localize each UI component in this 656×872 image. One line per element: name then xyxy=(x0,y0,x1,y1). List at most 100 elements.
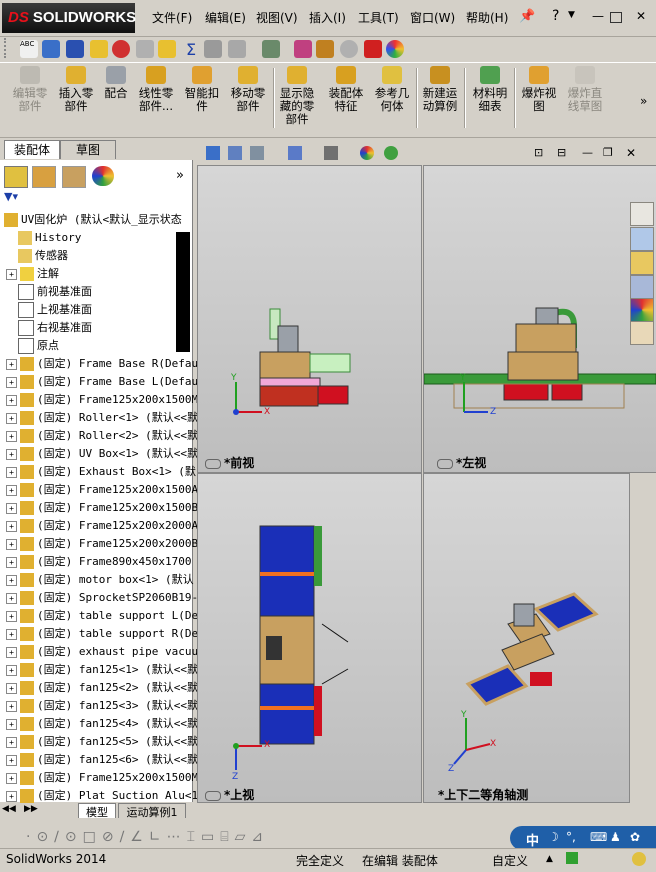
expand-icon[interactable]: + xyxy=(6,772,17,784)
chevron-right-icon[interactable]: » xyxy=(640,94,647,108)
previous-view-icon[interactable] xyxy=(250,146,264,160)
expand-icon[interactable]: + xyxy=(6,574,17,586)
help-dropdown-icon[interactable]: ▼ xyxy=(568,10,575,20)
tree-item[interactable]: + (固定) Frame125x200x1500M xyxy=(6,769,198,787)
tree-root[interactable]: UV固化炉 (默认<默认_显示状态 xyxy=(4,211,182,229)
menu-window[interactable]: 窗口(W) xyxy=(410,9,455,26)
move-component-button[interactable]: 移动零 部件 xyxy=(226,66,270,113)
display-style-icon[interactable] xyxy=(324,146,338,160)
exploded-view-button[interactable]: 爆炸视 图 xyxy=(517,66,561,113)
tab-sketch[interactable]: 草图 xyxy=(60,140,116,159)
ime-mode[interactable]: 中 xyxy=(526,830,539,849)
scroll-left-icon[interactable]: ◀◀ xyxy=(2,804,16,814)
tree-item[interactable]: + (固定) fan125<4> (默认<<默 xyxy=(6,715,198,733)
expand-icon[interactable]: + xyxy=(6,664,17,676)
ok-icon[interactable] xyxy=(340,40,358,58)
expand-icon[interactable]: + xyxy=(6,610,17,622)
ime-punct-icon[interactable]: °, xyxy=(566,830,576,844)
appearance-icon[interactable] xyxy=(386,40,404,58)
close-button[interactable]: ✕ xyxy=(632,8,650,24)
menu-tools[interactable]: 工具(T) xyxy=(358,9,399,26)
check-icon[interactable] xyxy=(158,40,176,58)
expand-icon[interactable]: + xyxy=(6,448,17,460)
tree-item[interactable]: + 注解 xyxy=(6,265,59,283)
tree-item[interactable]: + (固定) Roller<2> (默认<<默 xyxy=(6,427,198,445)
show-hidden-button[interactable]: 显示隐 藏的零 部件 xyxy=(276,66,318,126)
viewport-single-icon[interactable]: ⊡ xyxy=(534,146,543,159)
expand-icon[interactable]: + xyxy=(6,556,17,568)
edit-appearance-icon[interactable] xyxy=(360,146,374,160)
expand-icon[interactable]: + xyxy=(6,466,17,478)
tree-item[interactable]: History xyxy=(18,229,81,247)
sensor-tool-icon[interactable] xyxy=(42,40,60,58)
expand-icon[interactable]: + xyxy=(6,790,17,802)
tree-item[interactable]: + (固定) table support R(De xyxy=(6,625,198,643)
keyboard-icon[interactable]: ⌨ xyxy=(590,830,607,844)
display-manager-tab-icon[interactable] xyxy=(92,166,114,186)
macro-icon[interactable] xyxy=(262,40,280,58)
assembly-viz-icon[interactable] xyxy=(294,40,312,58)
design-library-icon[interactable] xyxy=(630,227,654,251)
tab-model[interactable]: 模型 xyxy=(78,803,116,819)
tree-item[interactable]: + (固定) Frame125x200x1500A xyxy=(6,481,198,499)
configuration-tab-icon[interactable] xyxy=(62,166,86,188)
zoom-area-icon[interactable] xyxy=(228,146,242,160)
expand-icon[interactable]: + xyxy=(6,682,17,694)
status-units[interactable]: 自定义 xyxy=(492,852,528,869)
tree-item[interactable]: 右视基准面 xyxy=(18,319,92,337)
ime-settings-icon[interactable]: ✿ xyxy=(630,830,640,844)
expand-icon[interactable]: + xyxy=(6,484,17,496)
assembly-feature-button[interactable]: 装配体 特征 xyxy=(324,66,368,113)
expand-icon[interactable]: + xyxy=(6,646,17,658)
viewport-front[interactable]: Y X xyxy=(197,165,422,473)
viewport-left[interactable]: Y Z xyxy=(423,165,656,473)
tree-item[interactable]: + (固定) fan125<3> (默认<<默 xyxy=(6,697,198,715)
tab-motion-study-1[interactable]: 运动算例1 xyxy=(118,803,186,819)
view-palette-icon[interactable] xyxy=(630,275,654,299)
file-explorer-icon[interactable] xyxy=(630,251,654,275)
menu-file[interactable]: 文件(F) xyxy=(152,9,192,26)
tree-item[interactable]: + (固定) fan125<1> (默认<<默 xyxy=(6,661,198,679)
expand-icon[interactable]: + xyxy=(6,628,17,640)
tree-item[interactable]: + (固定) exhaust pipe vacuu xyxy=(6,643,198,661)
expand-icon[interactable]: + xyxy=(6,700,17,712)
expand-icon[interactable]: + xyxy=(6,376,17,388)
tree-item[interactable]: + (固定) Frame125x200x1500B xyxy=(6,499,198,517)
insert-component-button[interactable]: 插入零 部件 xyxy=(54,66,98,113)
tree-item[interactable]: + (固定) table support L(De xyxy=(6,607,198,625)
custom-properties-icon[interactable] xyxy=(630,321,654,345)
tree-item[interactable]: 前视基准面 xyxy=(18,283,92,301)
tree-item[interactable]: 传感器 xyxy=(18,247,68,265)
restore-button[interactable] xyxy=(610,12,622,23)
menu-insert[interactable]: 插入(I) xyxy=(309,9,346,26)
expand-icon[interactable]: + xyxy=(6,358,17,370)
resources-icon[interactable] xyxy=(630,202,654,226)
solidworks-logo[interactable]: DS SOLIDWORKS xyxy=(2,3,136,33)
propertymanager-tab-icon[interactable] xyxy=(32,166,56,188)
smart-fastener-button[interactable]: 智能扣 件 xyxy=(180,66,224,113)
minimize-doc-button[interactable]: — xyxy=(582,146,593,159)
expand-icon[interactable]: + xyxy=(6,718,17,730)
tab-assembly[interactable]: 装配体 xyxy=(4,140,60,159)
interference-icon[interactable] xyxy=(112,40,130,58)
tree-scrollbar[interactable] xyxy=(176,232,190,352)
edit-component-button[interactable]: 编辑零 部件 xyxy=(8,66,52,113)
viewport-isometric[interactable]: Y X Z xyxy=(423,473,630,803)
tree-item[interactable]: + (固定) Frame125x200x2000B xyxy=(6,535,198,553)
bom-button[interactable]: 材料明 细表 xyxy=(468,66,512,113)
help-button[interactable]: ? xyxy=(552,8,559,24)
ime-user-icon[interactable]: ♟ xyxy=(610,830,621,844)
filter-icon[interactable]: ▼▾ xyxy=(4,190,34,204)
tree-item[interactable]: + (固定) Roller<1> (默认<<默 xyxy=(6,409,198,427)
tree-item[interactable]: 原点 xyxy=(18,337,59,355)
chevron-right-icon[interactable]: » xyxy=(176,168,184,183)
expand-icon[interactable]: + xyxy=(6,538,17,550)
explode-line-button[interactable]: 爆炸直 线草图 xyxy=(562,66,608,113)
zoom-fit-icon[interactable] xyxy=(206,146,220,160)
tree-item[interactable]: + (固定) Exhaust Box<1> (默 xyxy=(6,463,196,481)
close-doc-button[interactable]: ✕ xyxy=(626,146,636,160)
reference-geometry-button[interactable]: 参考几 何体 xyxy=(370,66,414,113)
mate-button[interactable]: 配合 xyxy=(100,66,132,100)
expand-icon[interactable]: + xyxy=(6,592,17,604)
ime-moon-icon[interactable]: ☽ xyxy=(548,830,559,844)
